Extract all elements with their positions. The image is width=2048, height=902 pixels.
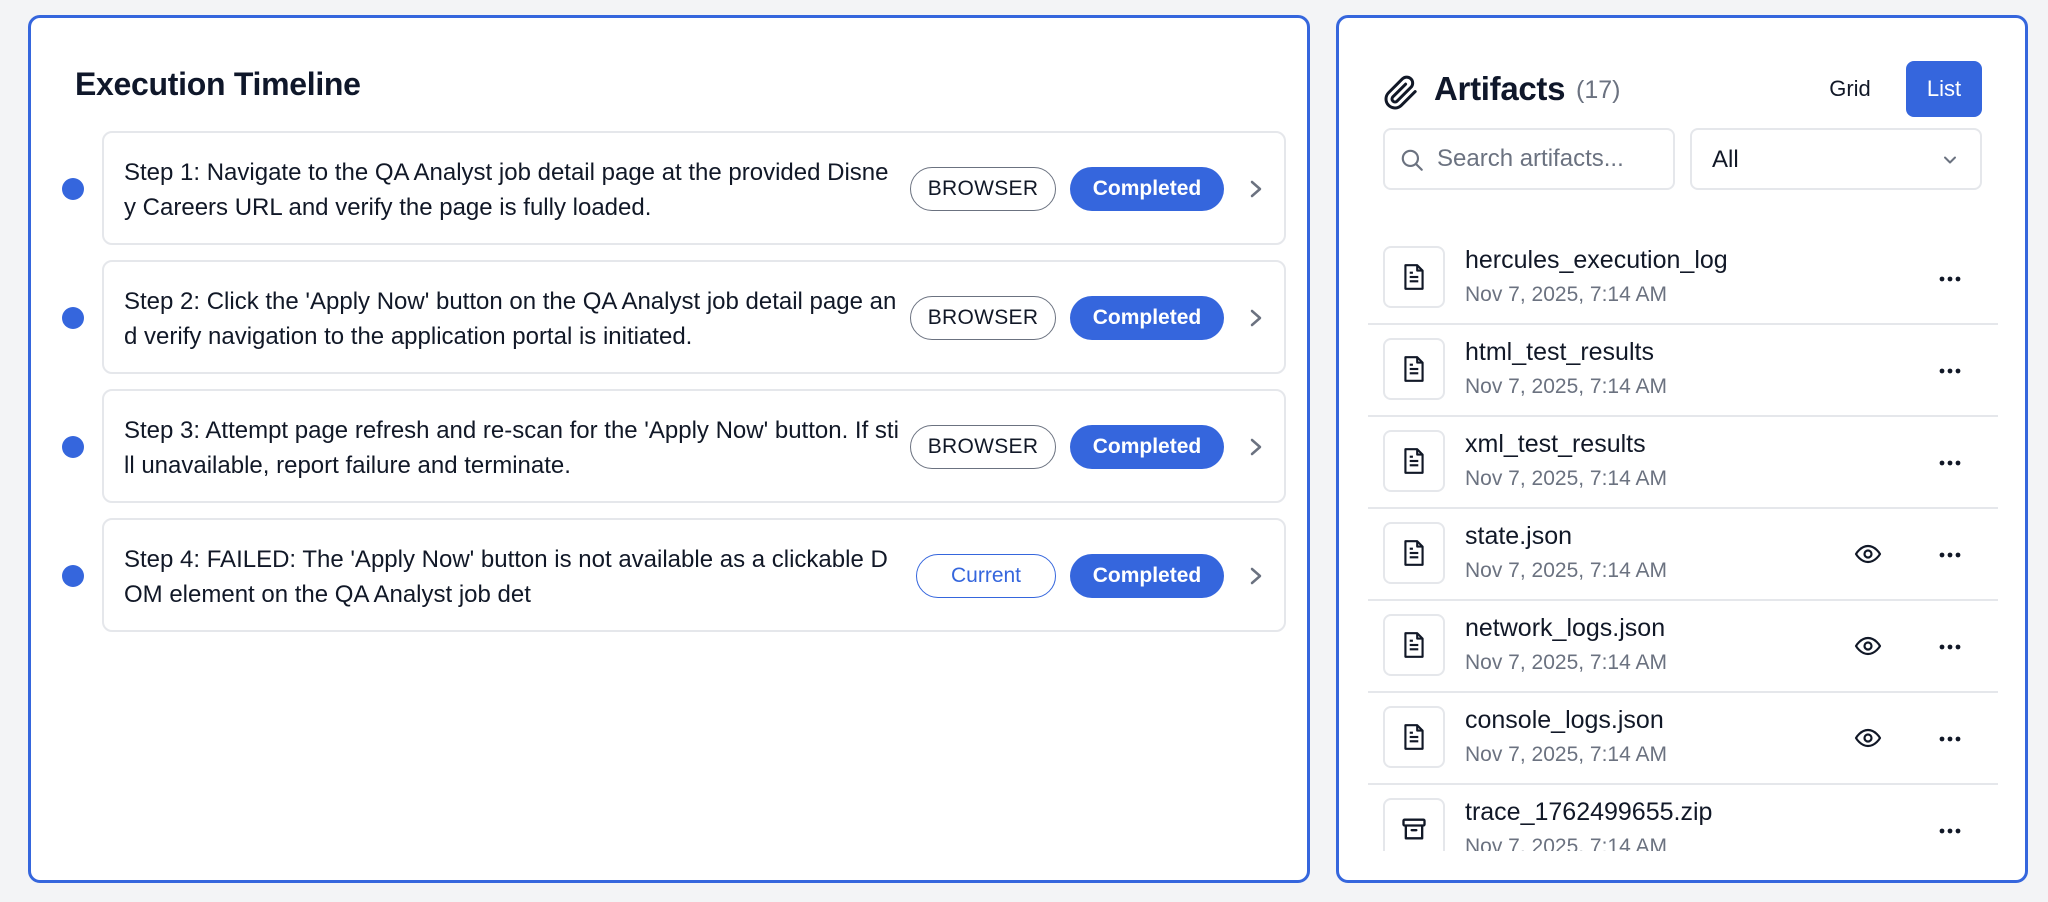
step-status-badge: Completed bbox=[1070, 296, 1224, 340]
artifacts-panel: Artifacts (17) Grid List All hercules_ex… bbox=[1336, 15, 2028, 883]
artifact-list-item[interactable]: hercules_execution_log Nov 7, 2025, 7:14… bbox=[1368, 233, 1998, 325]
file-icon bbox=[1383, 430, 1445, 492]
step-status-badge: Completed bbox=[1070, 167, 1224, 211]
step-indicator-dot bbox=[62, 307, 84, 329]
artifacts-count: (17) bbox=[1576, 76, 1621, 104]
timeline-step-4[interactable]: Step 4: FAILED: The 'Apply Now' button i… bbox=[62, 518, 1286, 632]
artifact-name: trace_1762499655.zip bbox=[1465, 798, 1713, 826]
more-options-icon[interactable] bbox=[1936, 727, 1964, 751]
artifact-date: Nov 7, 2025, 7:14 AM bbox=[1465, 651, 1667, 674]
more-options-icon[interactable] bbox=[1936, 451, 1964, 475]
search-input[interactable] bbox=[1437, 130, 1669, 188]
step-tool-badge: BROWSER bbox=[910, 425, 1056, 469]
artifact-list-item[interactable]: console_logs.json Nov 7, 2025, 7:14 AM bbox=[1368, 693, 1998, 785]
artifacts-title: Artifacts bbox=[1434, 70, 1566, 107]
artifact-date: Nov 7, 2025, 7:14 AM bbox=[1465, 283, 1667, 306]
artifact-name: hercules_execution_log bbox=[1465, 246, 1728, 274]
step-description: Step 1: Navigate to the QA Analyst job d… bbox=[124, 159, 889, 221]
artifact-type-filter[interactable]: All bbox=[1690, 128, 1982, 190]
artifact-list-item[interactable]: xml_test_results Nov 7, 2025, 7:14 AM bbox=[1368, 417, 1998, 509]
timeline-step-3[interactable]: Step 3: Attempt page refresh and re-scan… bbox=[62, 389, 1286, 503]
artifact-date: Nov 7, 2025, 7:14 AM bbox=[1465, 467, 1667, 490]
artifact-date: Nov 7, 2025, 7:14 AM bbox=[1465, 375, 1667, 398]
more-options-icon[interactable] bbox=[1936, 819, 1964, 843]
step-tool-badge: BROWSER bbox=[910, 167, 1056, 211]
step-indicator-dot bbox=[62, 565, 84, 587]
artifact-list-item[interactable]: trace_1762499655.zip Nov 7, 2025, 7:14 A… bbox=[1368, 785, 1998, 851]
step-description: Step 3: Attempt page refresh and re-scan… bbox=[124, 417, 899, 479]
eye-icon[interactable] bbox=[1854, 542, 1882, 566]
more-options-icon[interactable] bbox=[1936, 267, 1964, 291]
grid-view-button[interactable]: Grid bbox=[1808, 61, 1892, 117]
current-step-badge: Current bbox=[916, 554, 1056, 598]
more-options-icon[interactable] bbox=[1936, 543, 1964, 567]
chevron-right-icon[interactable] bbox=[1244, 304, 1268, 332]
timeline-title: Execution Timeline bbox=[75, 66, 361, 102]
chevron-right-icon[interactable] bbox=[1244, 562, 1268, 590]
file-icon bbox=[1383, 338, 1445, 400]
artifact-name: xml_test_results bbox=[1465, 430, 1646, 458]
file-icon bbox=[1383, 246, 1445, 308]
more-options-icon[interactable] bbox=[1936, 359, 1964, 383]
step-description: Step 4: FAILED: The 'Apply Now' button i… bbox=[124, 546, 888, 608]
artifact-date: Nov 7, 2025, 7:14 AM bbox=[1465, 743, 1667, 766]
eye-icon[interactable] bbox=[1854, 634, 1882, 658]
artifact-name: html_test_results bbox=[1465, 338, 1654, 366]
artifact-name: network_logs.json bbox=[1465, 614, 1666, 642]
eye-icon[interactable] bbox=[1854, 726, 1882, 750]
artifact-date: Nov 7, 2025, 7:14 AM bbox=[1465, 559, 1667, 582]
step-status-badge: Completed bbox=[1070, 554, 1224, 598]
step-tool-badge: BROWSER bbox=[910, 296, 1056, 340]
artifact-list: hercules_execution_log Nov 7, 2025, 7:14… bbox=[1368, 233, 1998, 851]
more-options-icon[interactable] bbox=[1936, 635, 1964, 659]
search-icon bbox=[1401, 149, 1423, 171]
step-indicator-dot bbox=[62, 178, 84, 200]
archive-icon bbox=[1383, 798, 1445, 851]
artifact-list-item[interactable]: html_test_results Nov 7, 2025, 7:14 AM bbox=[1368, 325, 1998, 417]
file-icon bbox=[1383, 522, 1445, 584]
filter-selected-value: All bbox=[1712, 146, 1739, 173]
artifact-search-box bbox=[1383, 128, 1675, 190]
chevron-down-icon bbox=[1944, 156, 1956, 164]
chevron-right-icon[interactable] bbox=[1244, 175, 1268, 203]
step-description: Step 2: Click the 'Apply Now' button on … bbox=[124, 288, 897, 350]
timeline-step-1[interactable]: Step 1: Navigate to the QA Analyst job d… bbox=[62, 131, 1286, 245]
paperclip-icon bbox=[1384, 75, 1417, 110]
list-view-button[interactable]: List bbox=[1906, 61, 1982, 117]
chevron-right-icon[interactable] bbox=[1244, 433, 1268, 461]
file-icon bbox=[1383, 614, 1445, 676]
artifact-list-item[interactable]: network_logs.json Nov 7, 2025, 7:14 AM bbox=[1368, 601, 1998, 693]
step-indicator-dot bbox=[62, 436, 84, 458]
artifact-name: console_logs.json bbox=[1465, 706, 1664, 734]
artifact-list-item[interactable]: state.json Nov 7, 2025, 7:14 AM bbox=[1368, 509, 1998, 601]
file-icon bbox=[1383, 706, 1445, 768]
execution-timeline-panel: Execution Timeline Step 1: Navigate to t… bbox=[28, 15, 1310, 883]
step-status-badge: Completed bbox=[1070, 425, 1224, 469]
artifact-date: Nov 7, 2025, 7:14 AM bbox=[1465, 835, 1667, 851]
timeline-step-2[interactable]: Step 2: Click the 'Apply Now' button on … bbox=[62, 260, 1286, 374]
artifact-name: state.json bbox=[1465, 522, 1573, 550]
